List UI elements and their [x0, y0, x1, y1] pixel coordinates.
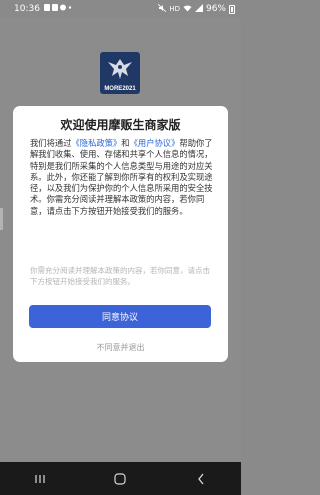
privacy-policy-link[interactable]: 《隐私政策》: [72, 138, 122, 148]
navigation-bar: [0, 462, 241, 495]
mute-icon: [158, 3, 167, 15]
home-icon: [114, 472, 127, 485]
back-button[interactable]: [181, 462, 221, 495]
signal-icon: [194, 3, 203, 15]
recents-button[interactable]: [20, 462, 60, 495]
wifi-icon: [183, 4, 192, 15]
hd-icon: HD: [169, 5, 180, 13]
dialog-hint: 你需充分阅读并理解本政策的内容，若你同意，请点击下方按钮开始接受我们的服务。: [30, 266, 210, 286]
agree-button[interactable]: 同意协议: [29, 305, 211, 328]
user-agreement-link[interactable]: 《用户协议》: [130, 138, 180, 148]
status-bar: 10:36 HD 96%: [0, 0, 241, 18]
dialog-body: 我们将通过《隐私政策》和《用户协议》帮助你了解我们收集、使用、存储和共享个人信息…: [30, 138, 214, 217]
app-logo: MORE2021: [100, 52, 140, 94]
recents-icon: [35, 474, 45, 483]
eagle-icon: [108, 59, 132, 79]
status-right: HD 96%: [158, 3, 235, 15]
body-and: 和: [121, 138, 130, 148]
back-icon: [197, 473, 204, 484]
home-button[interactable]: [100, 462, 140, 495]
body-intro: 我们将通过: [30, 138, 72, 148]
status-time: 10:36: [14, 4, 40, 14]
dialog-title: 欢迎使用摩贩生商家版: [60, 118, 181, 132]
notification-icons: [43, 3, 74, 15]
logo-year: 2021: [122, 86, 136, 92]
status-left: 10:36: [14, 3, 74, 15]
logo-text: MORE: [104, 86, 123, 92]
body-rest: 帮助你了解我们收集、使用、存储和共享个人信息的情况，特别是我们所采集的个人信息类…: [30, 138, 213, 216]
side-handle[interactable]: [0, 208, 3, 230]
decline-button[interactable]: 不同意并退出: [13, 342, 228, 354]
battery-percent: 96%: [205, 4, 226, 14]
privacy-dialog: 欢迎使用摩贩生商家版 我们将通过《隐私政策》和《用户协议》帮助你了解我们收集、使…: [13, 106, 228, 362]
battery-icon: [229, 4, 235, 14]
